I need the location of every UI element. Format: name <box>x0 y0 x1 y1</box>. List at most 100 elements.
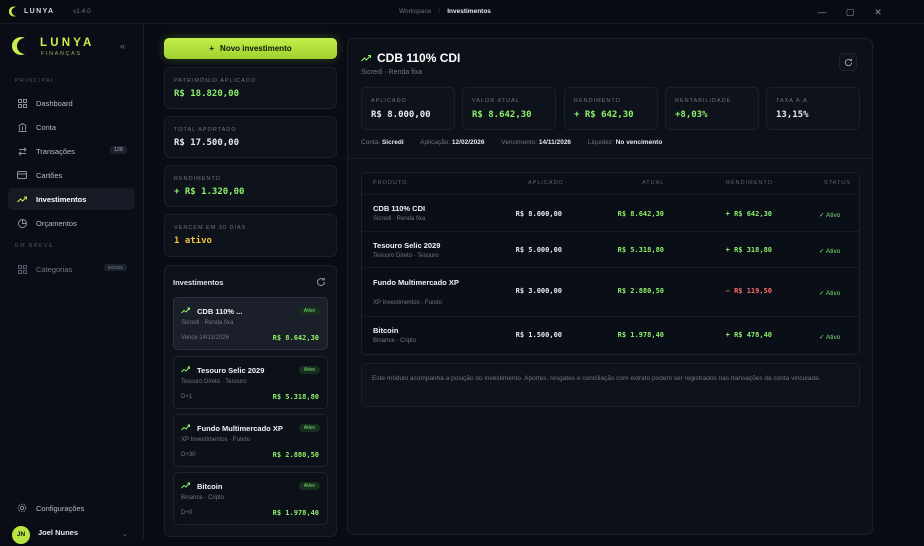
trend-icon <box>17 194 27 204</box>
trend-icon <box>181 366 190 373</box>
sidebar-item-dashboard[interactable]: Dashboard <box>8 92 135 114</box>
moon-logo-icon <box>12 37 25 55</box>
kpi-value: R$ 8.000,00 <box>371 110 431 120</box>
sidebar-item-investimentos[interactable]: Investimentos <box>8 188 135 210</box>
status-badge: Ativo <box>298 482 320 490</box>
new-investment-button[interactable]: + Novo investimento <box>164 38 337 59</box>
info-liquidez: Liquidez: No vencimento <box>587 139 663 146</box>
stat-vencem-30-dias: VENCEM EM 30 DIAS 1 ativo <box>164 214 337 257</box>
breadcrumb-separator: / <box>438 8 441 15</box>
status-badge: Ativo <box>298 424 320 432</box>
minimize-icon[interactable]: — <box>815 5 829 19</box>
column-header-aplicado: APLICADO <box>528 180 564 186</box>
card-value: R$ 5.318,80 <box>272 393 319 401</box>
column-header-rendimento: RENDIMENTO <box>726 180 773 186</box>
status-badge: Ativo <box>298 307 320 315</box>
trend-icon <box>181 307 190 314</box>
table-row[interactable]: Tesouro Selic 2029 Tesouro Direto · Teso… <box>362 231 859 267</box>
kpi-label: RENDIMENTO <box>574 98 621 104</box>
transactions-count-badge: 128 <box>109 146 127 154</box>
sidebar-item-label: Conta <box>36 122 57 132</box>
table-row[interactable]: CDB 110% CDI Sicredi · Renda fixa R$ 8.0… <box>362 194 859 231</box>
arrows-icon <box>17 146 27 156</box>
kpi-taxa-aa: TAXA A.A 13,15% <box>766 87 860 130</box>
sidebar-item-cartoes[interactable]: Cartões <box>8 164 135 186</box>
stat-patrimonio: PATRIMÔNIO APLICADO R$ 18.820,00 <box>164 67 337 109</box>
table-row[interactable]: Fundo Multimercado XP XP Investimentos ·… <box>362 267 859 316</box>
app-name: LUNYA <box>24 8 55 15</box>
refresh-icon[interactable] <box>316 277 326 287</box>
column-header-status: STATUS <box>824 180 851 186</box>
sidebar-item-label: Orçamentos <box>36 218 77 228</box>
refresh-button[interactable] <box>839 53 857 71</box>
card-name: Bitcoin <box>197 482 223 491</box>
sidebar-item-configuracoes[interactable]: Configurações <box>8 497 135 519</box>
close-icon[interactable]: ✕ <box>871 5 885 19</box>
page-title: CDB 110% CDI <box>377 51 461 65</box>
user-name: Joel Nunes <box>38 528 79 537</box>
card-meta: Vence 14/11/2026 <box>181 335 229 341</box>
sidebar-item-transacoes[interactable]: Transações 128 <box>8 140 135 162</box>
sidebar-item-conta[interactable]: Conta <box>8 116 135 138</box>
stat-label: PATRIMÔNIO APLICADO <box>174 78 257 84</box>
kpi-rendimento: RENDIMENTO + R$ 642,30 <box>564 87 658 130</box>
card-meta: D+0 <box>181 510 193 516</box>
row-status: ✓ Ativo <box>819 334 841 341</box>
brand-subtitle: FINANÇAS <box>41 51 82 57</box>
nav-section-principal: PRINCIPAL <box>15 78 56 84</box>
title-bar: LUNYA v1.4.0 Workspace / Investimentos — ▢… <box>0 0 924 24</box>
row-product-sub: Tesouro Direto · Tesouro <box>373 253 439 259</box>
row-status: ✓ Ativo <box>819 290 841 297</box>
card-name: CDB 110% ... <box>197 307 243 316</box>
investment-card-bitcoin[interactable]: Bitcoin Ativo Binance · Cripto D+0 R$ 1.… <box>173 472 328 525</box>
investment-card-fundo[interactable]: Fundo Multimercado XP Ativo XP Investime… <box>173 414 328 467</box>
breadcrumb-root[interactable]: Workspace <box>399 8 431 15</box>
gear-icon <box>17 503 27 513</box>
kpi-label: APLICADO <box>371 98 407 104</box>
kpi-aplicado: APLICADO R$ 8.000,00 <box>361 87 455 130</box>
sidebar-item-label: Dashboard <box>36 98 73 108</box>
stat-value: R$ 18.820,00 <box>174 89 240 99</box>
maximize-icon[interactable]: ▢ <box>843 5 857 19</box>
investment-card-cdb[interactable]: CDB 110% ... Ativo Sicredi · Renda fixa … <box>173 297 328 350</box>
row-product-name: Bitcoin <box>373 326 399 335</box>
sidebar-item-label: Categorias <box>36 264 73 274</box>
investments-panel-title: Investimentos <box>173 278 224 287</box>
collapse-sidebar-icon[interactable]: « <box>120 41 125 51</box>
kpi-value: R$ 8.642,30 <box>472 110 532 120</box>
avatar: JN <box>12 526 30 544</box>
trend-icon <box>181 482 190 489</box>
card-subtitle: XP Investimentos · Fundo <box>181 437 250 443</box>
stat-value: 1 ativo <box>174 236 212 246</box>
refresh-icon <box>844 58 853 67</box>
kpi-value: + R$ 642,30 <box>574 110 634 120</box>
brand-name: LUNYA <box>40 37 95 49</box>
sidebar-item-label: Configurações <box>36 503 85 513</box>
card-name: Fundo Multimercado XP <box>197 424 283 433</box>
row-product-name: Tesouro Selic 2029 <box>373 241 441 250</box>
stat-value: R$ 17.500,00 <box>174 138 240 148</box>
row-atual: R$ 5.318,80 <box>617 246 664 254</box>
soon-badge: SOON <box>103 264 127 271</box>
stat-label: VENCEM EM 30 DIAS <box>174 225 247 231</box>
row-product-name: Fundo Multimercado XP <box>373 278 459 287</box>
column-header-atual: ATUAL <box>642 180 665 186</box>
investment-card-tesouro[interactable]: Tesouro Selic 2029 Ativo Tesouro Direto … <box>173 356 328 409</box>
column-header-produto: PRODUTO <box>373 180 408 186</box>
row-rendimento: + R$ 642,30 <box>725 210 772 218</box>
card-subtitle: Sicredi · Renda fixa <box>181 320 234 326</box>
card-value: R$ 2.880,50 <box>272 451 319 459</box>
user-menu[interactable]: JN Joel Nunes ⌄ <box>12 526 132 546</box>
plus-icon: + <box>209 44 215 53</box>
grid-icon <box>17 264 27 274</box>
stat-rendimento: RENDIMENTO + R$ 1.320,00 <box>164 165 337 207</box>
trend-icon <box>361 54 371 62</box>
row-atual: R$ 1.978,40 <box>617 331 664 339</box>
kpi-label: VALOR ATUAL <box>472 98 520 104</box>
row-rendimento: + R$ 318,80 <box>725 246 772 254</box>
row-aplicado: R$ 1.500,00 <box>515 331 562 339</box>
table-row[interactable]: Bitcoin Binance · Cripto R$ 1.500,00 R$ … <box>362 316 859 354</box>
sidebar-item-orcamentos[interactable]: Orçamentos <box>8 212 135 234</box>
investment-detail-panel: CDB 110% CDI Sicredi · Renda fixa APLICA… <box>347 38 873 535</box>
kpi-label: RENTABILIDADE <box>675 98 732 104</box>
